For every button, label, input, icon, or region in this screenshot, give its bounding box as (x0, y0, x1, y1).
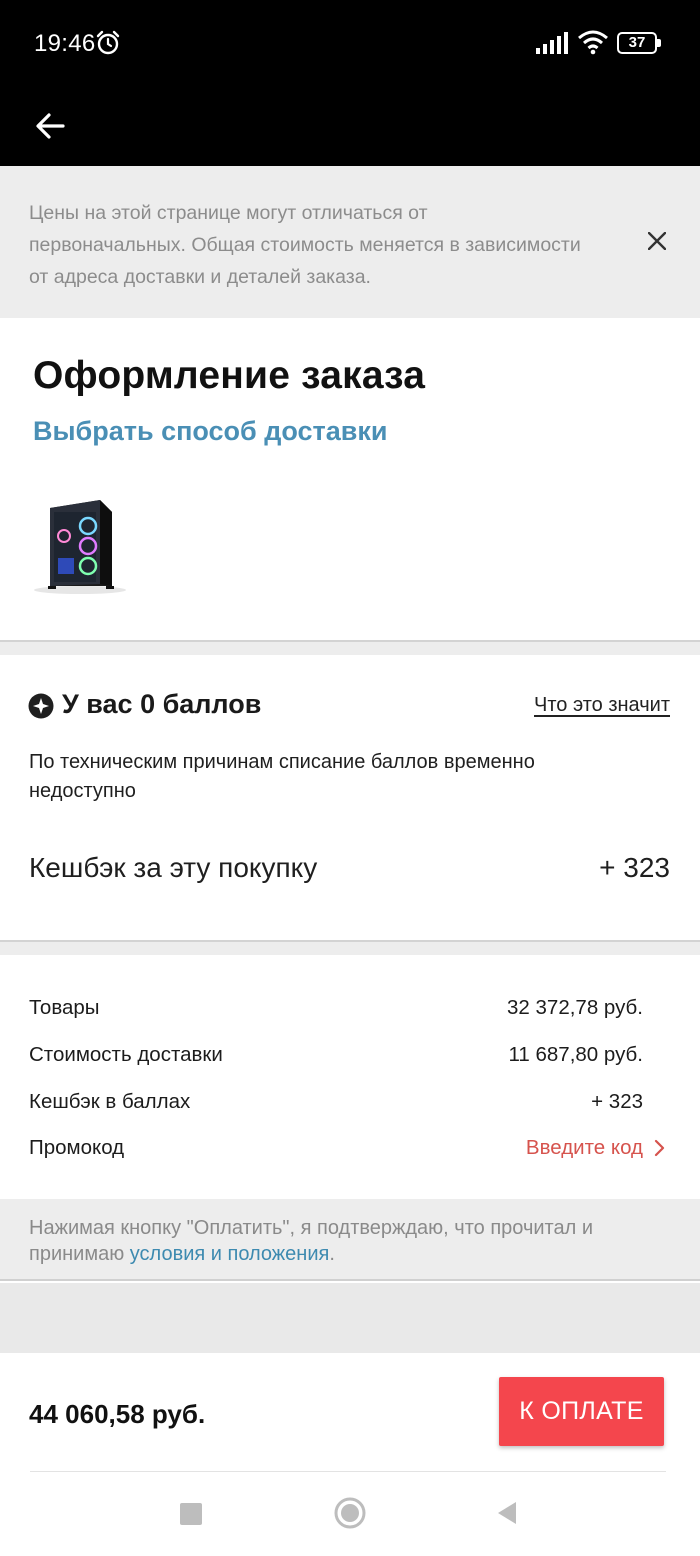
close-icon (648, 232, 666, 250)
back-button[interactable] (28, 98, 72, 154)
summary-value: + 323 (591, 1090, 643, 1113)
cashback-value: + 323 (599, 852, 670, 883)
promo-label: Промокод (29, 1136, 125, 1159)
points-section: У вас 0 баллов Что это значит По техниче… (0, 656, 700, 940)
choose-delivery-link[interactable]: Выбрать способ доставки (33, 416, 387, 447)
points-balance: У вас 0 баллов (62, 689, 262, 719)
summary-label: Кешбэк в баллах (29, 1090, 191, 1113)
product-thumbnail[interactable] (30, 494, 130, 602)
summary-row-cashback: Кешбэк в баллах + 323 (29, 1090, 643, 1120)
alarm-icon (96, 30, 120, 55)
order-summary: Товары 32 372,78 руб. Стоимость доставки… (0, 956, 700, 1199)
enter-promo-code-link[interactable]: Введите код (526, 1136, 643, 1160)
section-divider (0, 940, 700, 955)
battery-level: 37 (628, 34, 646, 51)
checkout-pay-bar: 44 060,58 руб. К ОПЛАТЕ (0, 1353, 700, 1472)
terms-text-end: . (329, 1243, 335, 1265)
section-divider (0, 640, 700, 655)
points-unavailable-note: По техническим причинам списание баллов … (29, 751, 535, 802)
arrow-left-icon (36, 113, 65, 139)
notice-close-button[interactable] (640, 224, 674, 258)
pay-button[interactable]: К ОПЛАТЕ (499, 1377, 664, 1446)
star-badge-icon (28, 693, 54, 719)
summary-row-goods: Товары 32 372,78 руб. (29, 996, 643, 1026)
wifi-icon (578, 30, 608, 55)
order-total: 44 060,58 руб. (29, 1399, 206, 1429)
home-icon[interactable] (334, 1497, 366, 1529)
summary-label: Стоимость доставки (29, 1043, 223, 1066)
terms-notice: Нажимая кнопку "Оплатить", я подтверждаю… (0, 1199, 700, 1281)
system-back-icon[interactable] (496, 1500, 518, 1526)
system-navigation-bar (0, 1472, 700, 1556)
summary-label: Товары (29, 996, 100, 1019)
checkout-section: Оформление заказа Выбрать способ доставк… (0, 318, 700, 640)
spacer (0, 1283, 700, 1353)
terms-text: Нажимая кнопку "Оплатить", я подтверждаю… (29, 1215, 669, 1267)
price-notice-banner: Цены на этой странице могут отличаться о… (0, 166, 700, 318)
status-time: 19:46 (34, 30, 96, 57)
battery-icon: 37 (617, 32, 661, 54)
terms-conditions-link[interactable]: условия и положения (130, 1243, 330, 1265)
summary-row-promo: Промокод Введите код (29, 1136, 665, 1166)
recent-apps-icon[interactable] (180, 1503, 202, 1525)
chevron-right-icon (654, 1139, 665, 1157)
summary-value: 32 372,78 руб. (507, 996, 643, 1019)
summary-value: 11 687,80 руб. (508, 1043, 643, 1066)
cashback-label: Кешбэк за эту покупку (29, 852, 318, 883)
notice-text: Цены на этой странице могут отличаться о… (29, 202, 581, 288)
signal-icon (536, 32, 568, 54)
what-it-means-link[interactable]: Что это значит (534, 694, 670, 717)
page-title: Оформление заказа (33, 354, 426, 397)
status-bar: 19:46 37 (0, 0, 700, 88)
app-header (0, 88, 700, 166)
summary-row-delivery: Стоимость доставки 11 687,80 руб. (29, 1043, 643, 1073)
